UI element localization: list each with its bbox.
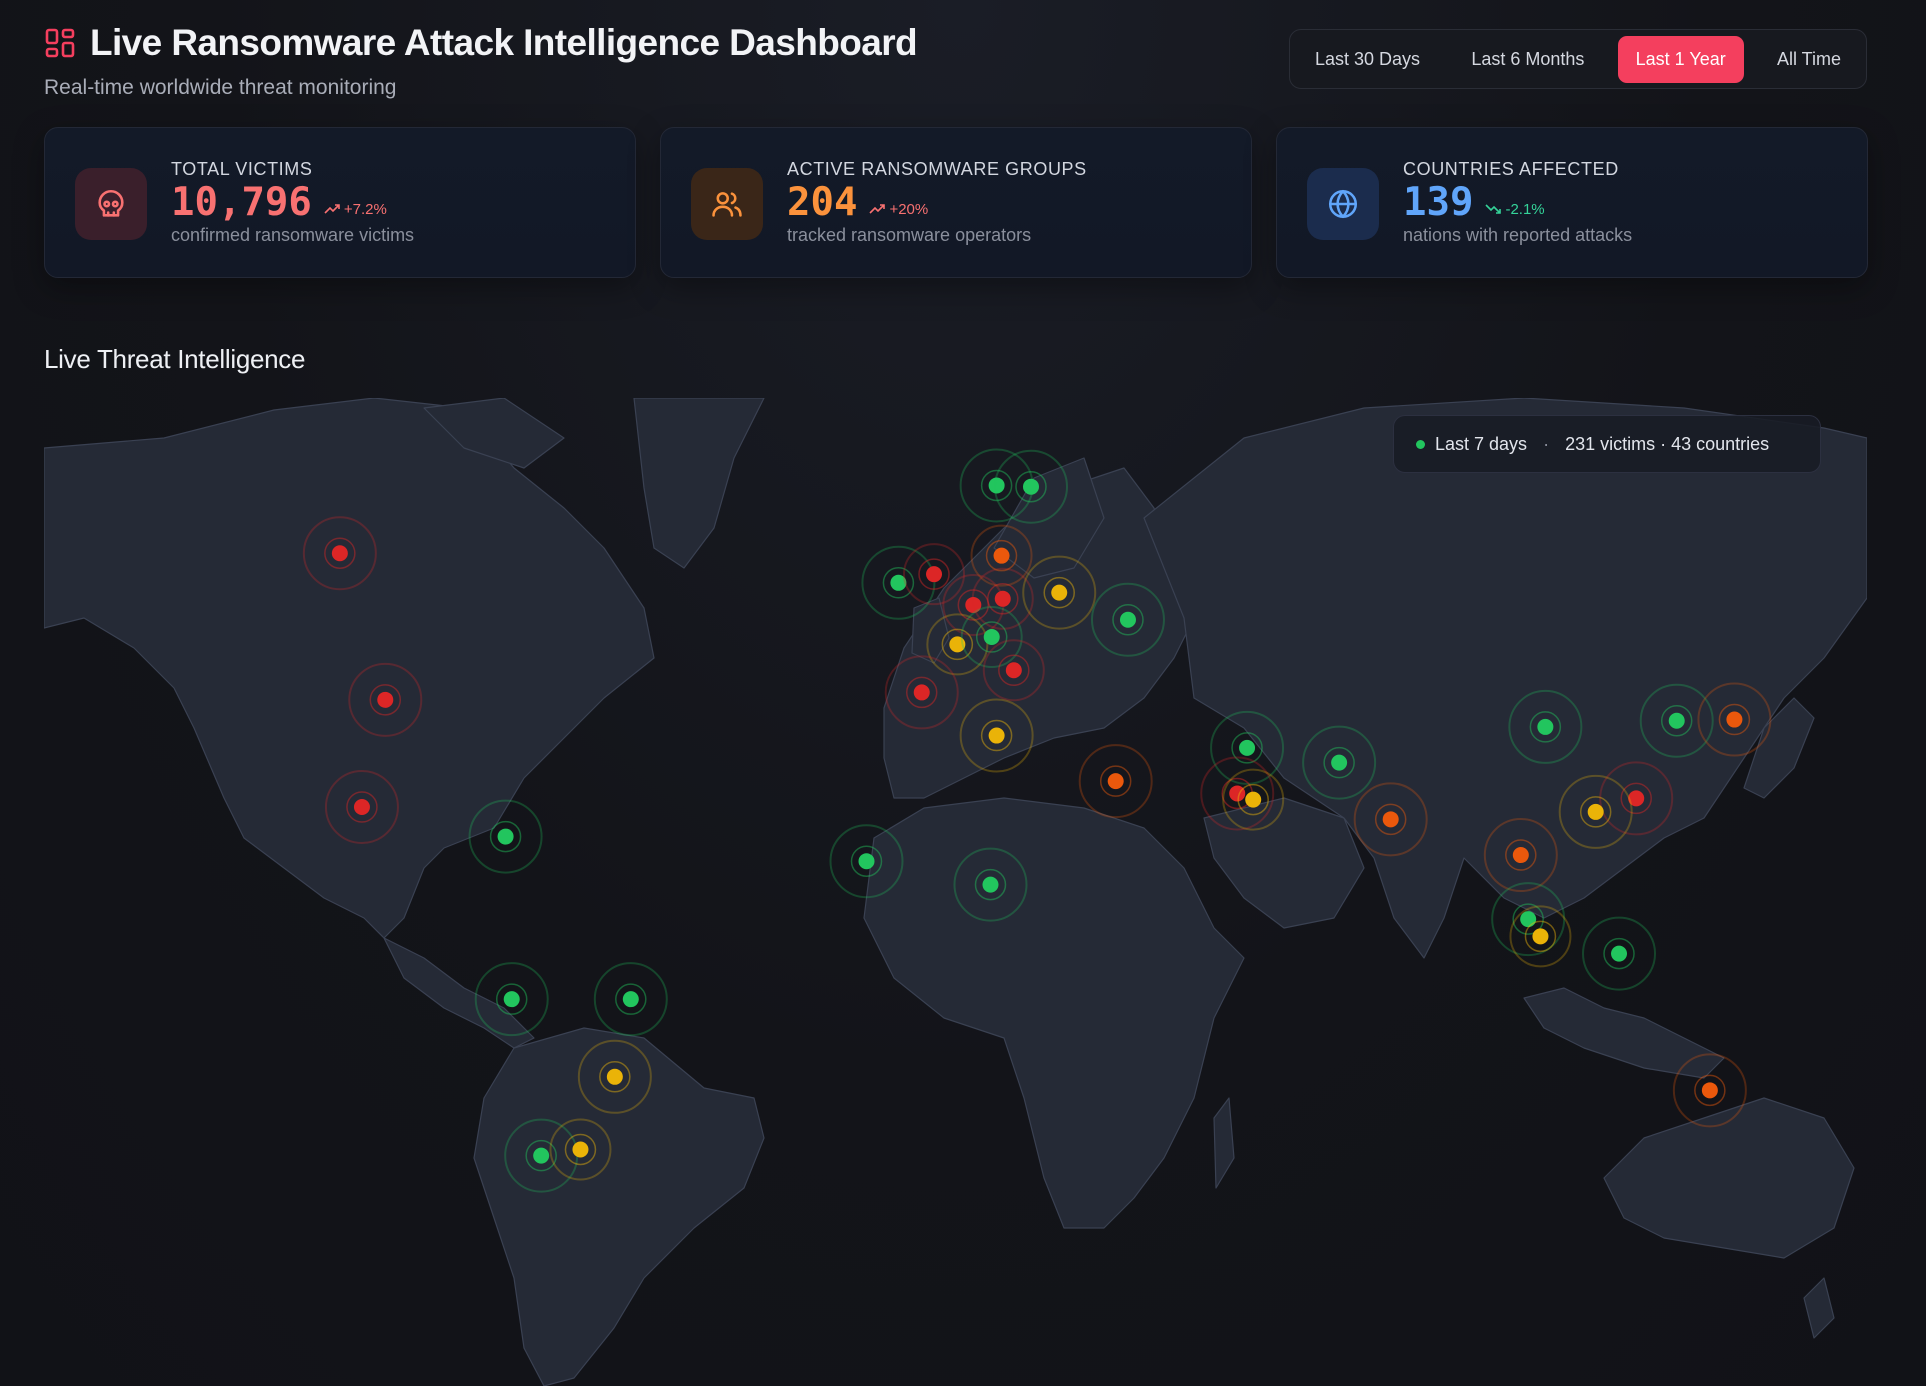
badge-period: Last 7 days [1435,433,1528,454]
threat-marker-dot[interactable] [533,1147,550,1164]
stat-label: COUNTRIES AFFECTED [1403,159,1619,179]
stat-card-active-groups: ACTIVE RANSOMWARE GROUPS 204 +20% tracke… [660,127,1252,278]
range-last-6-months-button[interactable]: Last 6 Months [1453,36,1602,83]
stat-trend-value: +20% [889,200,929,218]
threat-marker-dot[interactable] [377,691,394,708]
land-greenland [633,398,765,569]
stat-trend: +7.2% [324,201,387,218]
world-threat-map[interactable] [44,398,1867,1386]
trend-up-icon [324,204,340,214]
threat-marker-dot[interactable] [982,876,999,893]
stat-description: nations with reported attacks [1403,225,1633,245]
threat-marker-dot[interactable] [1611,945,1628,962]
trend-up-icon [869,204,886,214]
trend-down-icon [1485,204,1502,214]
threat-marker-dot[interactable] [1726,711,1743,728]
stat-label: ACTIVE RANSOMWARE GROUPS [787,159,1087,179]
badge-separator: · [1543,433,1550,454]
threat-marker-dot[interactable] [926,566,943,583]
threat-marker-dot[interactable] [1331,754,1348,771]
stat-description: confirmed ransomware victims [171,225,415,245]
header: Live Ransomware Attack Intelligence Dash… [44,22,918,100]
range-last-1-year-button[interactable]: Last 1 Year [1617,35,1744,83]
threat-marker-dot[interactable] [1668,712,1685,729]
range-last-30-days-button[interactable]: Last 30 Days [1297,36,1438,83]
globe-icon [1328,189,1358,219]
stat-value: 10,796 [171,180,312,225]
threat-marker-low[interactable] [593,962,668,1037]
threat-marker-dot[interactable] [503,991,520,1008]
live-indicator-dot [1416,439,1425,449]
stat-card-countries-affected: COUNTRIES AFFECTED 139 -2.1% nations wit… [1276,127,1868,278]
stat-value: 204 [787,180,858,225]
land-southeast-asia-islands [1523,987,1725,1079]
threat-marker-dot[interactable] [1005,662,1022,679]
world-map-canvas[interactable] [44,398,1867,1386]
stat-value: 139 [1403,180,1474,225]
stat-trend: +20% [869,201,928,218]
threat-marker-dot[interactable] [1051,584,1068,601]
threat-marker-dot[interactable] [994,590,1011,607]
threat-marker-low[interactable] [468,799,543,874]
threat-marker-dot[interactable] [858,853,875,870]
land-madagascar [1213,1097,1235,1189]
threat-marker-critical[interactable] [903,543,966,606]
land-new-zealand [1803,1277,1835,1339]
threat-marker-dot[interactable] [913,684,930,701]
threat-marker-dot[interactable] [993,547,1010,564]
threat-marker-dot[interactable] [353,798,370,815]
threat-marker-dot[interactable] [1245,791,1262,808]
threat-marker-dot[interactable] [1512,847,1529,864]
dashboard-grid-icon [45,28,75,58]
threat-marker-dot[interactable] [1587,803,1604,820]
skull-icon-box [75,168,147,240]
stat-description: tracked ransomware operators [787,225,1032,245]
land-africa [863,797,1245,1229]
threat-marker-dot[interactable] [1239,739,1256,756]
threat-marker-low[interactable] [959,448,1034,523]
threat-marker-dot[interactable] [1701,1082,1718,1099]
badge-summary: 231 victims · 43 countries [1565,433,1770,454]
threat-marker-dot[interactable] [572,1141,589,1158]
stat-trend-value: -2.1% [1505,200,1545,218]
users-icon [712,192,742,217]
stat-card-total-victims: TOTAL VICTIMS 10,796 +7.2% confirmed ran… [44,127,636,278]
threat-marker-dot[interactable] [1119,611,1136,628]
threat-marker-dot[interactable] [606,1068,623,1085]
skull-icon [98,189,124,217]
users-icon-box [691,168,763,240]
threat-marker-low[interactable] [1582,916,1657,991]
page-subtitle: Real-time worldwide threat monitoring [44,76,397,99]
threat-marker-high[interactable] [1078,744,1153,819]
threat-marker-dot[interactable] [497,828,514,845]
map-activity-badge: Last 7 days · 231 victims · 43 countries [1393,415,1821,473]
threat-marker-dot[interactable] [1532,928,1549,945]
threat-marker-dot[interactable] [1022,478,1039,495]
threat-marker-dot[interactable] [622,991,639,1008]
threat-marker-dot[interactable] [1107,773,1124,790]
stat-label: TOTAL VICTIMS [171,159,313,179]
threat-marker-dot[interactable] [1537,718,1554,735]
globe-icon-box [1307,168,1379,240]
page-title: Live Ransomware Attack Intelligence Dash… [90,22,918,63]
section-title-live-threat: Live Threat Intelligence [44,344,306,374]
threat-marker-dot[interactable] [983,628,1000,645]
stat-trend: -2.1% [1485,200,1545,218]
threat-marker-dot[interactable] [988,727,1005,744]
threat-marker-dot[interactable] [1382,811,1399,828]
threat-marker-low[interactable] [861,545,936,620]
threat-marker-dot[interactable] [331,545,348,562]
time-range-selector: Last 30 Days Last 6 Months Last 1 Year A… [1289,29,1867,89]
land-north-america [44,398,655,939]
stat-trend-value: +7.2% [343,200,387,218]
range-all-time-button[interactable]: All Time [1759,36,1859,83]
